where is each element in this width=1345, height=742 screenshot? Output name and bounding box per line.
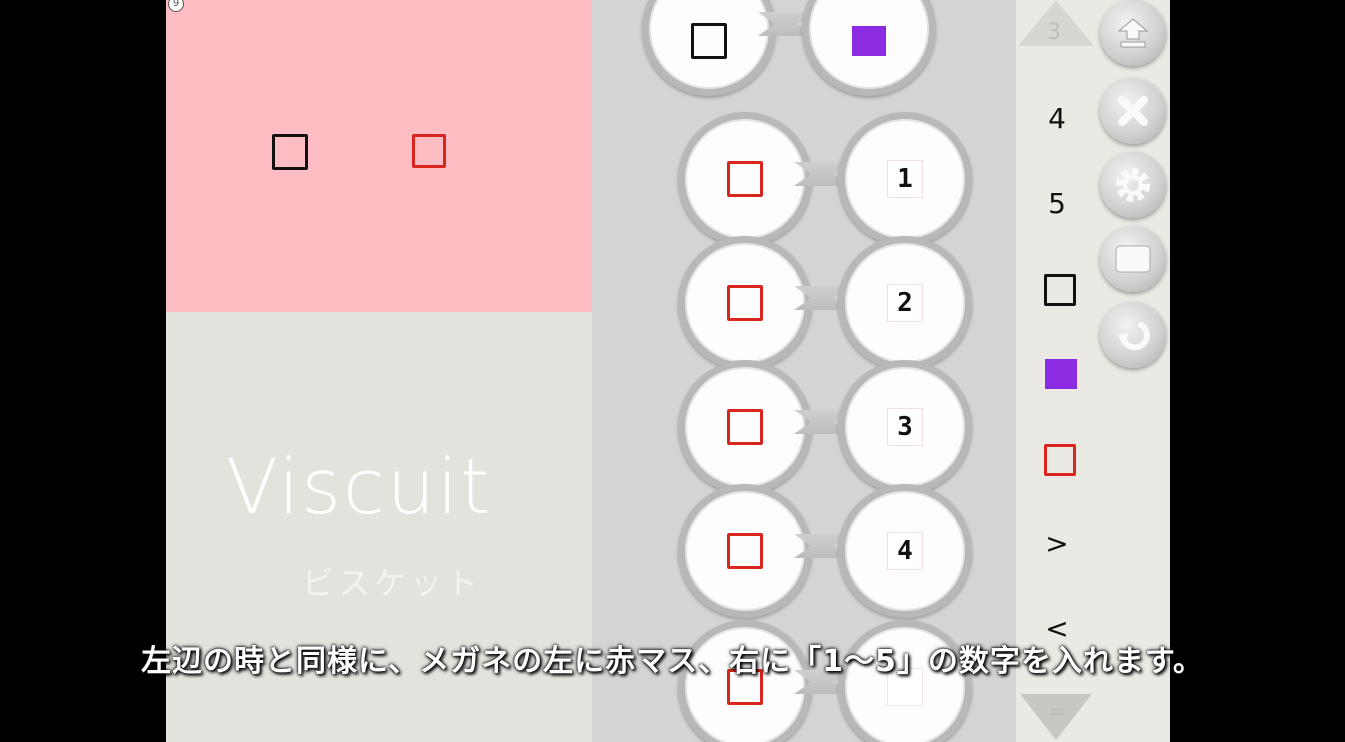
close-button[interactable] — [1100, 78, 1166, 144]
rule-lens-left[interactable] — [678, 236, 812, 370]
palette-item-greater-than[interactable]: > — [1040, 527, 1074, 561]
rule-glasses-1[interactable]: 1 — [678, 112, 972, 246]
logo-title: Viscuit — [226, 442, 492, 531]
viscuit-app: 9 Viscuit ビスケット 1 2 3 4 3 4 5 > < = — [166, 0, 1170, 742]
close-icon — [1118, 96, 1148, 126]
number-card: 3 — [887, 408, 923, 446]
red-square — [1044, 444, 1076, 476]
tool-bar — [1098, 0, 1170, 742]
gear-icon — [1116, 168, 1150, 202]
palette-item-5[interactable]: 5 — [1040, 187, 1074, 221]
palette-scroll-up-label: 3 — [1047, 20, 1061, 45]
number-card: 4 — [887, 532, 923, 570]
program-area[interactable]: 1 2 3 4 — [592, 0, 1016, 742]
settings-button[interactable] — [1100, 152, 1166, 218]
red-square-sprite[interactable] — [412, 134, 446, 168]
rule-lens-left[interactable] — [678, 484, 812, 618]
red-square — [727, 533, 763, 569]
rule-glasses-4[interactable]: 4 — [678, 484, 972, 618]
rule-glasses-2[interactable]: 2 — [678, 236, 972, 370]
palette-scroll-down-label: = — [1048, 700, 1067, 725]
purple-square — [1045, 359, 1077, 389]
red-square — [727, 285, 763, 321]
rule-glasses-3[interactable]: 3 — [678, 360, 972, 494]
upload-icon — [1117, 18, 1149, 48]
stage-canvas[interactable]: 9 — [166, 0, 592, 312]
upload-button[interactable] — [1100, 0, 1166, 66]
number-card: 1 — [887, 160, 923, 198]
rule-lens-left[interactable] — [642, 0, 776, 96]
undo-icon — [1117, 322, 1150, 351]
red-square — [727, 161, 763, 197]
rule-lens-left[interactable] — [678, 360, 812, 494]
stage-button[interactable] — [1100, 226, 1166, 292]
black-square — [691, 23, 727, 59]
black-square — [1044, 274, 1076, 306]
palette-item-4[interactable]: 4 — [1040, 102, 1074, 136]
stage-badge: 9 — [168, 0, 184, 12]
number-card: 2 — [887, 284, 923, 322]
undo-button[interactable] — [1100, 302, 1166, 368]
stage-icon — [1115, 245, 1151, 273]
rule-lens-right[interactable]: 1 — [838, 112, 972, 246]
black-square-sprite[interactable] — [272, 134, 308, 170]
rule-lens-right[interactable]: 4 — [838, 484, 972, 618]
rule-glasses-top[interactable] — [642, 0, 936, 96]
sprite-palette: 3 4 5 > < = — [1016, 0, 1098, 742]
rule-lens-right[interactable] — [802, 0, 936, 96]
red-square — [727, 409, 763, 445]
purple-square — [852, 26, 886, 56]
rule-lens-right[interactable]: 2 — [838, 236, 972, 370]
rule-lens-right[interactable]: 3 — [838, 360, 972, 494]
logo-subtitle: ビスケット — [302, 564, 483, 602]
video-subtitle: 左辺の時と同様に、メガネの左に赤マス、右に「1〜5」の数字を入れます。 — [141, 644, 1204, 679]
rule-lens-left[interactable] — [678, 112, 812, 246]
